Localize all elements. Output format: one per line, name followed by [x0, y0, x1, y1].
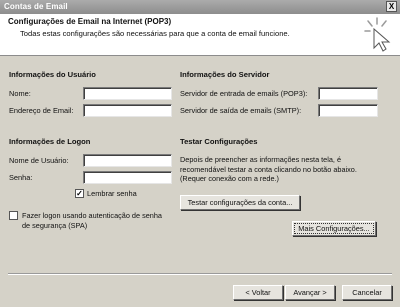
- outgoing-server-label: Servidor de saída de emails (SMTP):: [180, 106, 302, 115]
- header-title: Configurações de Email na Internet (POP3…: [8, 17, 172, 26]
- footer-separator: [8, 273, 392, 275]
- cursor-sparkle-icon: [364, 17, 391, 52]
- back-button[interactable]: < Voltar: [233, 285, 283, 300]
- remember-password-checkbox[interactable]: ✓: [75, 189, 84, 198]
- test-account-button[interactable]: Testar configurações da conta...: [180, 195, 300, 210]
- test-settings-description: Depois de preencher as informações nesta…: [180, 155, 357, 183]
- incoming-server-label: Servidor de entrada de emails (POP3):: [180, 89, 308, 98]
- user-info-heading: Informações do Usuário: [9, 70, 96, 79]
- password-label: Senha:: [9, 173, 33, 182]
- cancel-button[interactable]: Cancelar: [342, 285, 392, 300]
- incoming-server-input[interactable]: [318, 87, 378, 100]
- more-settings-button[interactable]: Mais Configurações...: [292, 221, 376, 236]
- test-settings-heading: Testar Configurações: [180, 137, 258, 146]
- account-wizard-window: Contas de Email X Configurações de Email…: [0, 0, 400, 307]
- title-bar: Contas de Email X: [0, 0, 400, 14]
- logon-info-heading: Informações de Logon: [9, 137, 91, 146]
- email-input[interactable]: [83, 104, 172, 117]
- username-label: Nome de Usuário:: [9, 156, 69, 165]
- email-label: Endereço de Email:: [9, 106, 74, 115]
- password-input[interactable]: [83, 171, 172, 184]
- name-input[interactable]: [83, 87, 172, 100]
- header-subtitle: Todas estas configurações são necessária…: [20, 29, 290, 38]
- name-label: Nome:: [9, 89, 31, 98]
- window-title: Contas de Email: [4, 2, 68, 11]
- wizard-header: Configurações de Email na Internet (POP3…: [0, 14, 400, 56]
- server-info-heading: Informações do Servidor: [180, 70, 270, 79]
- remember-password-label[interactable]: Lembrar senha: [87, 189, 137, 198]
- spa-label[interactable]: Fazer logon usando autenticação de senha…: [22, 211, 172, 230]
- username-input[interactable]: [83, 154, 172, 167]
- spa-checkbox[interactable]: [9, 211, 18, 220]
- close-button[interactable]: X: [386, 1, 397, 12]
- next-button[interactable]: Avançar >: [285, 285, 335, 300]
- outgoing-server-input[interactable]: [318, 104, 378, 117]
